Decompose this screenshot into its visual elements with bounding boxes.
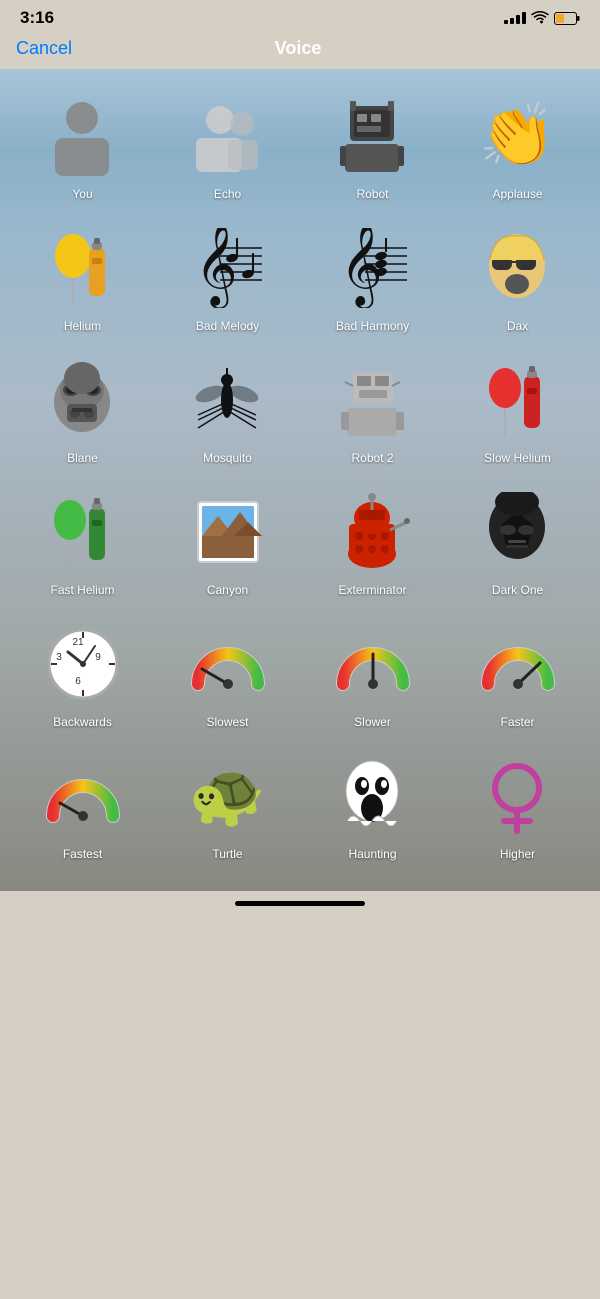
signal-bars-icon [504, 12, 526, 24]
voice-item-blane[interactable]: Blane [10, 343, 155, 475]
voice-item-mosquito[interactable]: Mosquito [155, 343, 300, 475]
status-icons [504, 11, 580, 25]
voice-item-higher[interactable]: Higher [445, 739, 590, 871]
svg-text:6: 6 [75, 676, 81, 687]
fastest-label: Fastest [63, 847, 102, 861]
robot2-label: Robot 2 [351, 451, 393, 465]
blane-icon [38, 355, 128, 445]
you-icon [38, 91, 128, 181]
dax-label: Dax [507, 319, 528, 333]
turtle-icon: 🐢 [183, 751, 273, 841]
status-time: 3:16 [20, 8, 54, 28]
faster-gauge-icon [473, 619, 563, 709]
mosquito-icon [183, 355, 273, 445]
slow-helium-icon [473, 355, 563, 445]
svg-text:3: 3 [56, 652, 62, 663]
slowest-gauge-icon [183, 619, 273, 709]
helium-icon [38, 223, 128, 313]
haunting-label: Haunting [348, 847, 396, 861]
you-label: You [72, 187, 92, 201]
slower-label: Slower [354, 715, 391, 729]
voice-item-fastest[interactable]: Fastest [10, 739, 155, 871]
robot2-icon [328, 355, 418, 445]
voice-item-dax[interactable]: Dax [445, 211, 590, 343]
voice-item-backwards[interactable]: 21 9 6 3 Backwards [10, 607, 155, 739]
cancel-button[interactable]: Cancel [16, 38, 72, 59]
bad-harmony-icon: 𝄞 [328, 223, 418, 313]
voice-item-robot2[interactable]: Robot 2 [300, 343, 445, 475]
helium-label: Helium [64, 319, 101, 333]
robot-label: Robot [356, 187, 388, 201]
dax-icon [473, 223, 563, 313]
svg-text:9: 9 [95, 652, 101, 663]
dark-one-icon [473, 487, 563, 577]
wifi-icon [531, 11, 549, 25]
faster-label: Faster [500, 715, 534, 729]
voice-item-bad-melody[interactable]: 𝄞 Bad Melody [155, 211, 300, 343]
higher-label: Higher [500, 847, 535, 861]
canyon-icon [183, 487, 273, 577]
page-title: Voice [275, 38, 322, 59]
applause-label: Applause [492, 187, 542, 201]
svg-text:𝄞: 𝄞 [340, 228, 383, 308]
voice-item-haunting[interactable]: Haunting [300, 739, 445, 871]
voice-item-echo[interactable]: Echo [155, 79, 300, 211]
voice-item-bad-harmony[interactable]: 𝄞 Bad Harmony [300, 211, 445, 343]
echo-icon [183, 91, 273, 181]
turtle-label: Turtle [212, 847, 242, 861]
svg-text:𝄞: 𝄞 [195, 228, 238, 308]
voice-item-canyon[interactable]: Canyon [155, 475, 300, 607]
nav-bar: Cancel Voice [0, 32, 600, 69]
voice-item-slower[interactable]: Slower [300, 607, 445, 739]
fast-helium-icon [38, 487, 128, 577]
robot-icon [328, 91, 418, 181]
exterminator-icon [328, 487, 418, 577]
echo-label: Echo [214, 187, 241, 201]
backwards-label: Backwards [53, 715, 112, 729]
voice-item-you[interactable]: You [10, 79, 155, 211]
voice-item-applause[interactable]: 👏 Applause [445, 79, 590, 211]
battery-icon [554, 12, 580, 25]
haunting-icon [328, 751, 418, 841]
bad-melody-icon: 𝄞 [183, 223, 273, 313]
voice-item-helium[interactable]: Helium [10, 211, 155, 343]
higher-icon [473, 751, 563, 841]
fast-helium-label: Fast Helium [50, 583, 114, 597]
bad-melody-label: Bad Melody [196, 319, 259, 333]
exterminator-label: Exterminator [338, 583, 406, 597]
dark-one-label: Dark One [492, 583, 543, 597]
slowest-label: Slowest [206, 715, 248, 729]
status-bar: 3:16 [0, 0, 600, 32]
home-bar [235, 901, 365, 906]
voice-item-faster[interactable]: Faster [445, 607, 590, 739]
voice-item-exterminator[interactable]: Exterminator [300, 475, 445, 607]
slow-helium-label: Slow Helium [484, 451, 551, 465]
voice-item-dark-one[interactable]: Dark One [445, 475, 590, 607]
bad-harmony-label: Bad Harmony [336, 319, 409, 333]
canyon-label: Canyon [207, 583, 248, 597]
backwards-icon: 21 9 6 3 [38, 619, 128, 709]
svg-text:21: 21 [72, 637, 84, 648]
fastest-gauge-icon [38, 751, 128, 841]
voice-grid-container: You Echo [0, 69, 600, 891]
applause-icon: 👏 [473, 91, 563, 181]
slower-gauge-icon [328, 619, 418, 709]
voice-item-fast-helium[interactable]: Fast Helium [10, 475, 155, 607]
voice-item-robot[interactable]: Robot [300, 79, 445, 211]
voice-grid: You Echo [10, 79, 590, 871]
home-indicator [0, 891, 600, 914]
mosquito-label: Mosquito [203, 451, 252, 465]
voice-item-slowest[interactable]: Slowest [155, 607, 300, 739]
voice-item-turtle[interactable]: 🐢 Turtle [155, 739, 300, 871]
blane-label: Blane [67, 451, 98, 465]
voice-item-slow-helium[interactable]: Slow Helium [445, 343, 590, 475]
